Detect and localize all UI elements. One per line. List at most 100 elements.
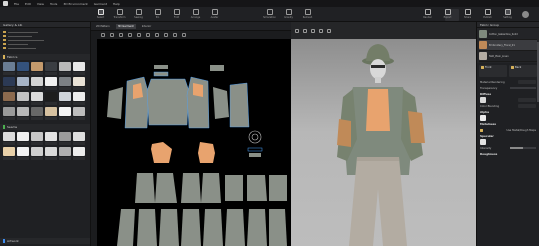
pattern-piece[interactable] xyxy=(247,209,267,246)
fabric-swatch[interactable] xyxy=(59,92,71,105)
pattern-piece[interactable] xyxy=(225,209,245,246)
seam-swatch[interactable] xyxy=(31,132,43,145)
pattern-piece[interactable] xyxy=(153,71,169,77)
sleeve-left[interactable] xyxy=(107,87,123,119)
user-avatar[interactable] xyxy=(522,11,529,18)
fabric-swatch[interactable] xyxy=(59,107,71,120)
remesh-button[interactable]: Remesh xyxy=(300,9,315,20)
pattern-transform-icon[interactable] xyxy=(110,33,114,37)
folder-row[interactable] xyxy=(3,46,87,50)
publish-button[interactable]: Publish xyxy=(480,9,495,20)
pattern-pin-icon[interactable] xyxy=(173,33,177,37)
garment-3d-viewport[interactable] xyxy=(291,39,476,246)
fabric-swatch[interactable] xyxy=(73,62,85,75)
tab-interior[interactable]: Interior xyxy=(140,24,153,29)
fabric-swatch[interactable] xyxy=(73,107,85,120)
pattern-piece[interactable] xyxy=(154,65,168,69)
render-button[interactable]: Render xyxy=(420,9,435,20)
share-button[interactable]: Share xyxy=(460,9,475,20)
seam-swatch[interactable] xyxy=(31,147,43,160)
fabric-swatch[interactable] xyxy=(73,92,85,105)
menu-edit[interactable]: Edit xyxy=(25,2,31,6)
sewing-button[interactable]: Sewing xyxy=(131,9,146,20)
pattern-sewing-icon[interactable] xyxy=(164,33,168,37)
fabric-swatch[interactable] xyxy=(31,107,43,120)
tab-2d-pattern[interactable]: 2D Pattern xyxy=(94,24,112,29)
menu-garment[interactable]: Garment xyxy=(94,2,107,6)
pattern-piece[interactable] xyxy=(137,209,157,246)
pattern-piece[interactable] xyxy=(225,175,243,201)
fabric-swatch[interactable] xyxy=(17,77,29,90)
pattern-piece[interactable] xyxy=(203,209,223,246)
fabric-swatch[interactable] xyxy=(17,62,29,75)
seam-swatch[interactable] xyxy=(3,132,15,145)
fabric-swatch[interactable] xyxy=(17,107,29,120)
view-camera-icon[interactable] xyxy=(295,28,299,33)
seam-swatch[interactable] xyxy=(73,147,85,160)
menu-3d-environment[interactable]: 3D Environment xyxy=(63,2,87,6)
sleeve-right[interactable] xyxy=(213,87,229,119)
menu-help[interactable]: Help xyxy=(113,2,120,6)
jacket-back[interactable] xyxy=(146,78,190,126)
select-button[interactable]: Select xyxy=(93,9,108,20)
seam-swatch[interactable] xyxy=(73,132,85,145)
pattern-piece[interactable] xyxy=(229,82,250,128)
pattern-edit-icon[interactable] xyxy=(119,33,123,37)
seam-swatch[interactable] xyxy=(3,147,15,160)
pattern-select-icon[interactable] xyxy=(101,33,105,37)
trouser-back-right[interactable] xyxy=(201,173,221,203)
pattern-piece[interactable] xyxy=(210,65,224,71)
arrange-button[interactable]: Arrange xyxy=(188,9,203,20)
embroidery-panel[interactable] xyxy=(193,83,203,97)
fabric-swatch[interactable] xyxy=(31,77,43,90)
material-rendering-dropdown[interactable] xyxy=(518,80,536,84)
tab-back[interactable]: Back xyxy=(509,65,537,77)
pattern-circle-icon[interactable] xyxy=(155,33,159,37)
diffuse-color-swatch[interactable] xyxy=(480,97,486,103)
top-back[interactable] xyxy=(198,142,215,163)
tab-front[interactable]: Front xyxy=(479,65,507,77)
pattern-piece[interactable] xyxy=(247,175,267,201)
fabric-swatch[interactable] xyxy=(45,92,57,105)
view-texture-icon[interactable] xyxy=(319,28,323,33)
fabric-swatch[interactable] xyxy=(3,77,15,90)
view-garment-icon[interactable] xyxy=(311,28,315,33)
fabric-list-item[interactable]: Twill_Plain_Linen xyxy=(479,51,537,62)
artwork-section-header[interactable]: Artwork xyxy=(0,238,90,244)
fabric-swatch[interactable] xyxy=(3,92,15,105)
pattern-piece[interactable] xyxy=(181,209,201,246)
gravity-button[interactable]: Gravity xyxy=(281,9,296,20)
fabric-swatch[interactable] xyxy=(45,107,57,120)
fabric-swatch[interactable] xyxy=(3,62,15,75)
fabric-swatch[interactable] xyxy=(31,62,43,75)
tab-3d-garment[interactable]: 3D Garment xyxy=(115,23,136,29)
pattern-piece[interactable] xyxy=(269,175,287,201)
collar-piece[interactable] xyxy=(248,130,262,144)
fabric-swatch[interactable] xyxy=(45,62,57,75)
view-avatar-icon[interactable] xyxy=(303,28,307,33)
specular-swatch[interactable] xyxy=(480,139,486,145)
fabric-list-item-selected[interactable]: Embroidery_Floral_01 xyxy=(479,40,537,51)
pattern-curve-icon[interactable] xyxy=(128,33,132,37)
top-front[interactable] xyxy=(151,142,172,163)
pattern-piece[interactable] xyxy=(269,209,287,246)
seam-swatch[interactable] xyxy=(17,147,29,160)
fold-button[interactable]: Fold xyxy=(169,9,184,20)
pin-button[interactable]: Pin xyxy=(150,9,165,20)
seam-swatch[interactable] xyxy=(59,147,71,160)
pattern-piece[interactable] xyxy=(117,209,135,246)
menu-file[interactable]: File xyxy=(14,2,19,6)
fabric-swatch[interactable] xyxy=(73,77,85,90)
fabric-swatch[interactable] xyxy=(31,92,43,105)
trouser-back-left[interactable] xyxy=(155,173,177,203)
pattern-rectangle-icon[interactable] xyxy=(146,33,150,37)
pattern-canvas[interactable] xyxy=(97,39,291,246)
fabric-list-item[interactable]: Cotton_Gabardine_Solid xyxy=(479,29,537,40)
transform-button[interactable]: Transform xyxy=(112,9,127,20)
seam-swatch[interactable] xyxy=(45,147,57,160)
avatar-button[interactable]: Avatar xyxy=(207,9,222,20)
fabric-swatch[interactable] xyxy=(59,62,71,75)
pattern-polygon-icon[interactable] xyxy=(137,33,141,37)
menu-tools[interactable]: Tools xyxy=(50,2,57,6)
fabric-swatch[interactable] xyxy=(59,77,71,90)
